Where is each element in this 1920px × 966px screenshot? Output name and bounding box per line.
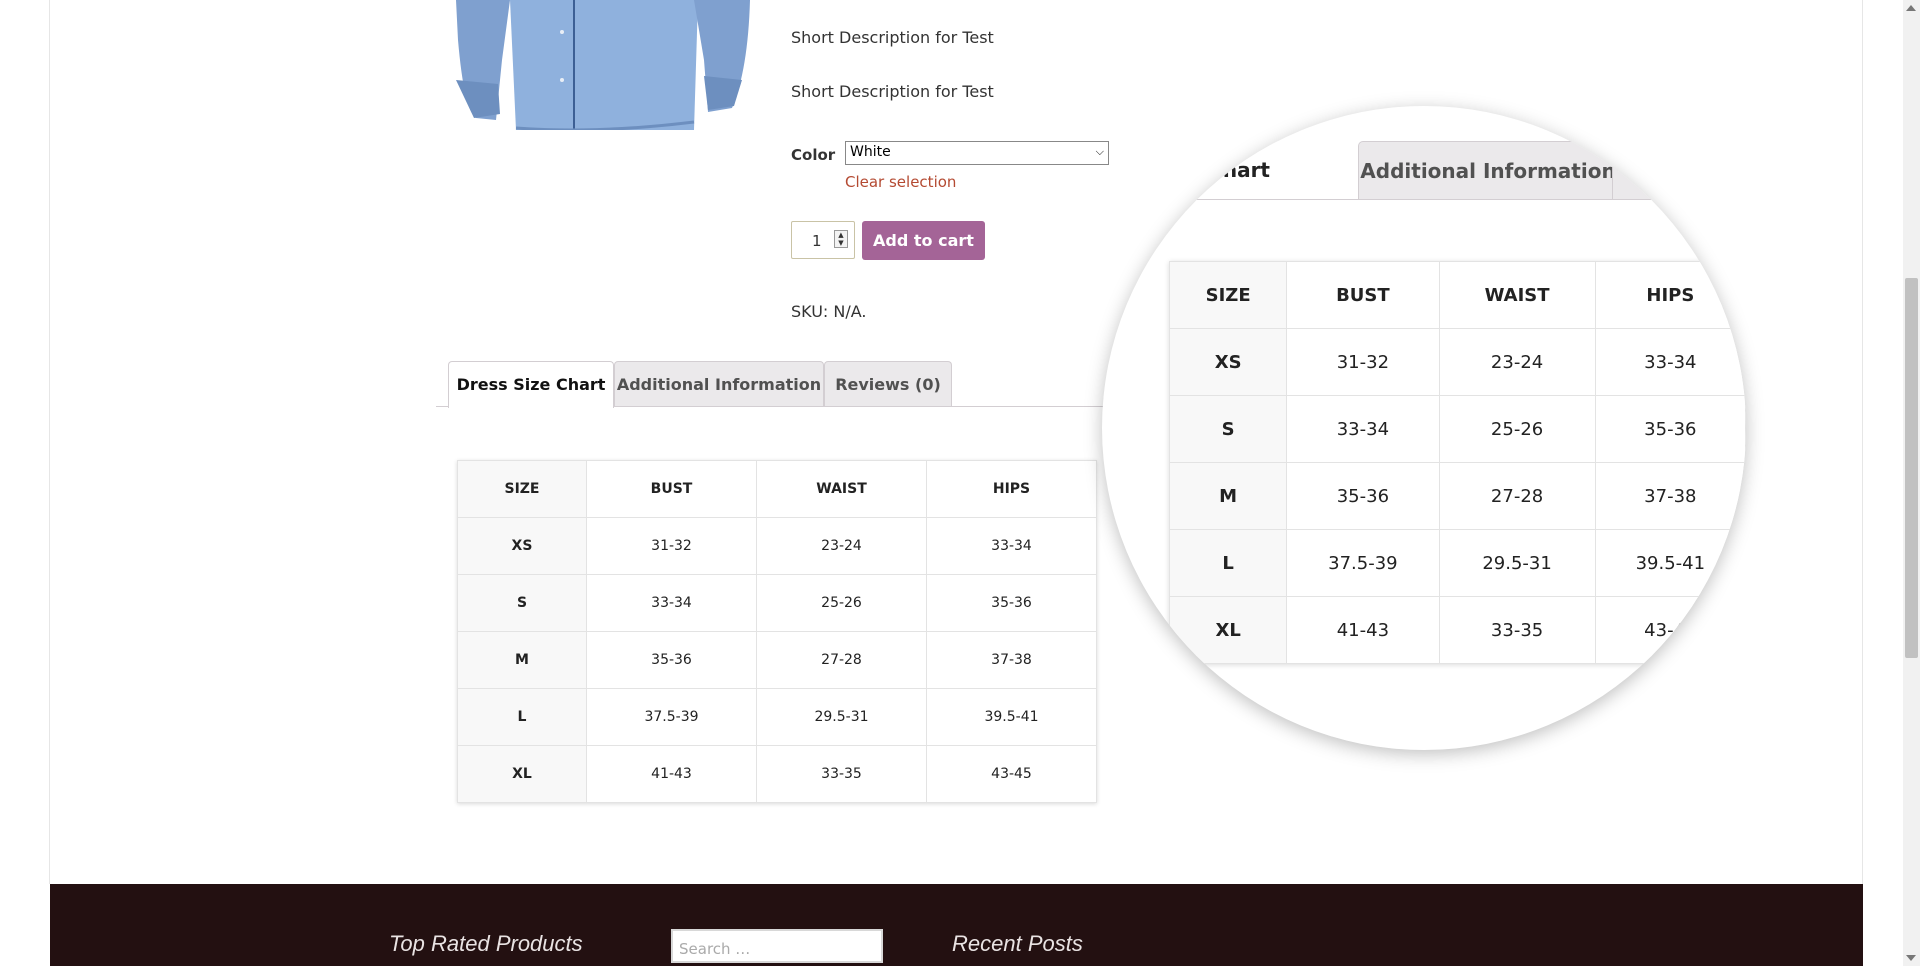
table-row: XL 41-43 33-35 43-45: [457, 745, 1097, 803]
tab-dress-size-chart[interactable]: Dress Size Chart: [448, 361, 614, 408]
magnified-header-hips: HIPS: [1594, 261, 1746, 329]
magnified-size-cell: L: [1168, 529, 1288, 597]
waist-cell: 29.5-31: [756, 688, 927, 746]
waist-cell: 25-26: [756, 574, 927, 632]
magnified-size-chart-table: SIZE BUST WAIST HIPS XS 31-32 23-24 33-3…: [1168, 261, 1746, 664]
bust-cell: 37.5-39: [586, 688, 757, 746]
magnified-tab-additional-information: Additional Information: [1358, 141, 1618, 199]
table-row: XS 31-32 23-24 33-34: [457, 517, 1097, 575]
magnified-header-bust: BUST: [1286, 261, 1440, 329]
table-row: S 33-34 25-26 35-36: [457, 574, 1097, 632]
size-chart-table: SIZE BUST WAIST HIPS XS 31-32 23-24 33-3…: [457, 460, 1097, 803]
size-cell: L: [457, 688, 587, 746]
tab-additional-information[interactable]: Additional Information: [614, 361, 824, 406]
size-cell: XL: [457, 745, 587, 803]
magnified-hips-cell: 43-45: [1594, 596, 1746, 664]
magnified-waist-cell: 33-35: [1438, 596, 1596, 664]
magnified-waist-cell: 23-24: [1438, 328, 1596, 396]
footer-top-rated-title: Top Rated Products: [389, 931, 583, 956]
footer-recent-posts-title: Recent Posts: [952, 931, 1083, 956]
color-label: Color: [791, 146, 836, 164]
sku-text: SKU: N/A.: [791, 302, 867, 321]
magnified-table-row: M 35-36 27-28 37-38: [1168, 462, 1746, 530]
magnified-hips-cell: 35-36: [1594, 395, 1746, 463]
page-scrollbar[interactable]: [1903, 0, 1920, 966]
color-select[interactable]: White ⌵: [845, 141, 1109, 165]
add-to-cart-button[interactable]: Add to cart: [862, 221, 985, 260]
magnified-header-waist: WAIST: [1438, 261, 1596, 329]
bust-cell: 31-32: [586, 517, 757, 575]
magnifier-callout: ze Chart Additional Information SIZE BUS…: [1102, 106, 1746, 750]
tab-reviews[interactable]: Reviews (0): [824, 361, 952, 406]
magnified-hips-cell: 39.5-41: [1594, 529, 1746, 597]
magnified-bust-cell: 33-34: [1286, 395, 1440, 463]
spinner-arrows-icon[interactable]: ▲ ▼: [834, 230, 848, 248]
page-left-border: [49, 0, 50, 884]
magnified-table-row: XL 41-43 33-35 43-45: [1168, 596, 1746, 664]
size-cell: M: [457, 631, 587, 689]
magnified-header-row: SIZE BUST WAIST HIPS: [1168, 261, 1746, 329]
magnified-table-row: XS 31-32 23-24 33-34: [1168, 328, 1746, 396]
scroll-down-icon[interactable]: [1906, 955, 1916, 961]
magnified-bust-cell: 41-43: [1286, 596, 1440, 664]
waist-cell: 33-35: [756, 745, 927, 803]
magnified-table-row: L 37.5-39 29.5-31 39.5-41: [1168, 529, 1746, 597]
hips-cell: 35-36: [926, 574, 1097, 632]
magnified-waist-cell: 27-28: [1438, 462, 1596, 530]
magnified-size-cell: S: [1168, 395, 1288, 463]
scroll-up-icon[interactable]: [1906, 5, 1916, 11]
hips-cell: 39.5-41: [926, 688, 1097, 746]
waist-cell: 23-24: [756, 517, 927, 575]
quantity-stepper[interactable]: 1 ▲ ▼: [791, 221, 855, 259]
magnified-bust-cell: 37.5-39: [1286, 529, 1440, 597]
size-cell: XS: [457, 517, 587, 575]
header-size: SIZE: [457, 460, 587, 518]
hips-cell: 43-45: [926, 745, 1097, 803]
clear-selection-link[interactable]: Clear selection: [845, 173, 956, 191]
product-image[interactable]: [436, 0, 762, 130]
waist-cell: 27-28: [756, 631, 927, 689]
magnified-size-cell: XL: [1168, 596, 1288, 664]
site-footer: Top Rated Products Search … Recent Posts: [50, 884, 1863, 966]
magnified-hips-cell: 37-38: [1594, 462, 1746, 530]
page-right-border: [1862, 0, 1863, 884]
color-select-value: White: [850, 144, 891, 160]
hips-cell: 37-38: [926, 631, 1097, 689]
header-hips: HIPS: [926, 460, 1097, 518]
magnified-tab-size-chart: ze Chart: [1142, 141, 1304, 199]
chevron-down-icon: ⌵: [1095, 145, 1104, 158]
table-header-row: SIZE BUST WAIST HIPS: [457, 460, 1097, 518]
short-description-2: Short Description for Test: [791, 82, 994, 101]
magnified-size-cell: M: [1168, 462, 1288, 530]
magnified-bust-cell: 35-36: [1286, 462, 1440, 530]
table-row: M 35-36 27-28 37-38: [457, 631, 1097, 689]
magnified-bust-cell: 31-32: [1286, 328, 1440, 396]
magnified-table-row: S 33-34 25-26 35-36: [1168, 395, 1746, 463]
magnified-waist-cell: 29.5-31: [1438, 529, 1596, 597]
header-bust: BUST: [586, 460, 757, 518]
table-row: L 37.5-39 29.5-31 39.5-41: [457, 688, 1097, 746]
short-description-1: Short Description for Test: [791, 28, 994, 47]
hips-cell: 33-34: [926, 517, 1097, 575]
bust-cell: 35-36: [586, 631, 757, 689]
magnified-tabs-divider: [1102, 199, 1746, 200]
scroll-thumb[interactable]: [1905, 278, 1918, 658]
magnified-hips-cell: 33-34: [1594, 328, 1746, 396]
magnified-size-cell: XS: [1168, 328, 1288, 396]
header-waist: WAIST: [756, 460, 927, 518]
bust-cell: 41-43: [586, 745, 757, 803]
size-cell: S: [457, 574, 587, 632]
footer-search-input[interactable]: Search …: [671, 929, 883, 963]
magnified-header-size: SIZE: [1168, 261, 1288, 329]
bust-cell: 33-34: [586, 574, 757, 632]
magnified-waist-cell: 25-26: [1438, 395, 1596, 463]
quantity-value: 1: [812, 232, 822, 250]
magnified-tab-reviews-partial: [1612, 141, 1672, 199]
